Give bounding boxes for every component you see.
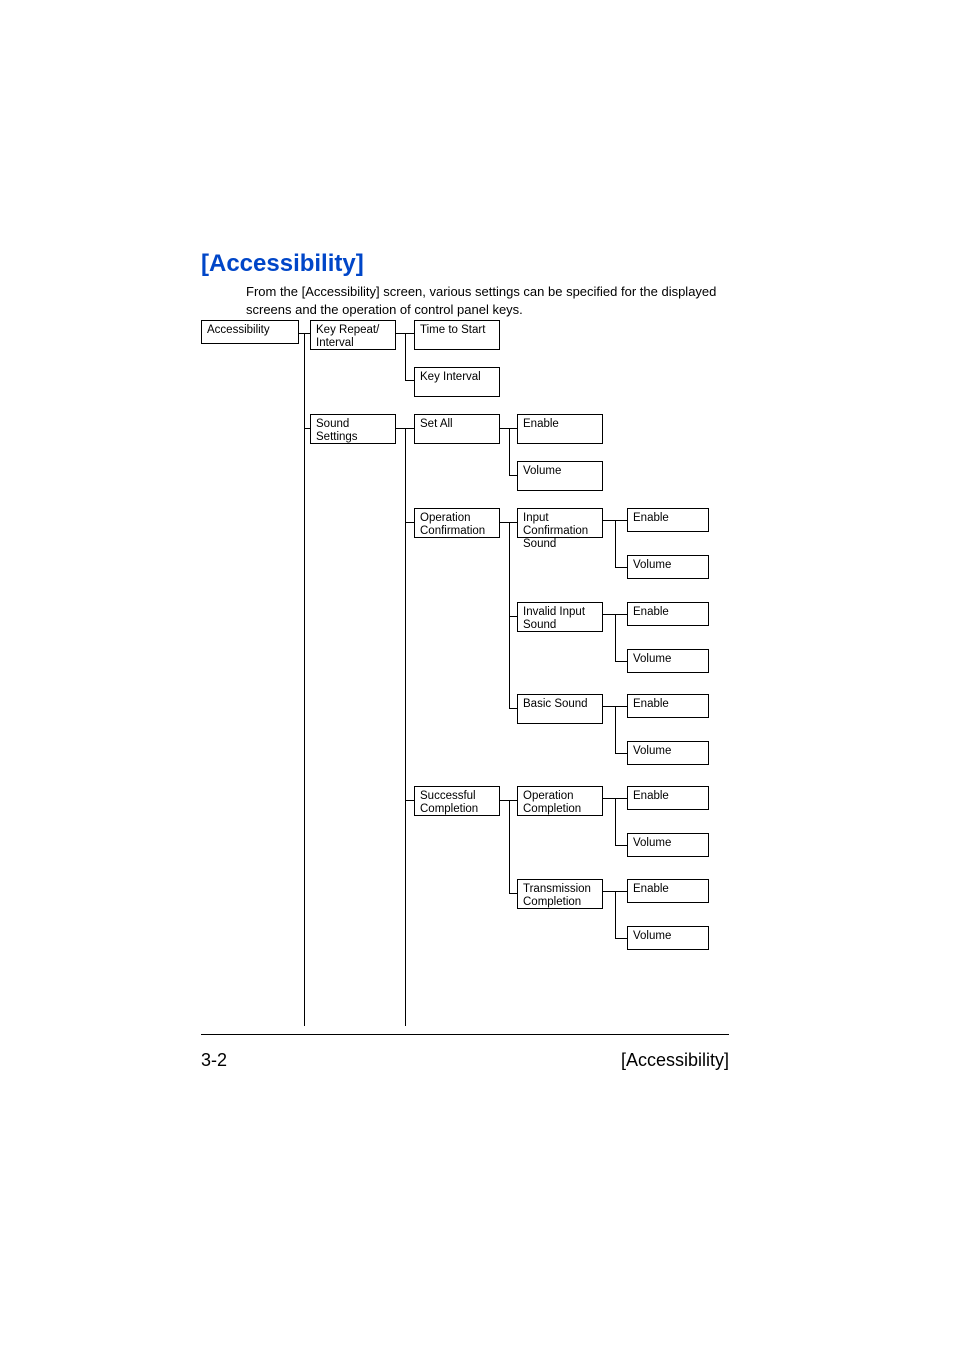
connector — [304, 333, 305, 1026]
node-volume-basic: Volume — [627, 741, 709, 765]
connector — [405, 428, 406, 1026]
node-volume-inputconf: Volume — [627, 555, 709, 579]
node-set-all: Set All — [414, 414, 500, 444]
connector — [304, 428, 310, 429]
footer-section-title: [Accessibility] — [621, 1050, 729, 1071]
connector — [509, 522, 510, 708]
node-time-to-start: Time to Start — [414, 320, 500, 350]
node-enable-txcomp: Enable — [627, 879, 709, 903]
node-accessibility: Accessibility — [201, 320, 299, 344]
connector — [615, 661, 627, 662]
node-enable-basic: Enable — [627, 694, 709, 718]
connector — [405, 800, 414, 801]
node-successful-completion: SuccessfulCompletion — [414, 786, 500, 816]
connector — [615, 845, 627, 846]
connector — [509, 475, 517, 476]
page: [Accessibility] From the [Accessibility]… — [0, 0, 954, 1350]
connector — [615, 614, 616, 661]
node-transmission-completion: TransmissionCompletion — [517, 879, 603, 909]
connector — [405, 380, 414, 381]
connector — [509, 616, 517, 617]
connector — [405, 333, 406, 380]
node-enable-invalid: Enable — [627, 602, 709, 626]
node-enable-setall: Enable — [517, 414, 603, 444]
node-operation-completion: OperationCompletion — [517, 786, 603, 816]
node-invalid-input-sound: Invalid InputSound — [517, 602, 603, 632]
node-volume-setall: Volume — [517, 461, 603, 491]
node-enable-opcomp: Enable — [627, 786, 709, 810]
intro-text: From the [Accessibility] screen, various… — [246, 283, 741, 318]
connector — [509, 428, 510, 475]
node-enable-inputconf: Enable — [627, 508, 709, 532]
footer-rule — [201, 1034, 729, 1035]
node-key-repeat-interval: Key Repeat/Interval — [310, 320, 396, 350]
node-volume-invalid: Volume — [627, 649, 709, 673]
node-volume-opcomp: Volume — [627, 833, 709, 857]
connector — [615, 798, 616, 845]
connector — [615, 567, 627, 568]
connector — [615, 520, 616, 567]
connector — [509, 893, 517, 894]
connector — [509, 708, 517, 709]
connector — [615, 891, 616, 938]
page-heading: [Accessibility] — [201, 250, 364, 278]
node-basic-sound: Basic Sound — [517, 694, 603, 724]
connector — [615, 706, 616, 753]
node-sound-settings: Sound Settings — [310, 414, 396, 444]
connector — [615, 753, 627, 754]
connector — [509, 800, 510, 893]
connector — [405, 522, 414, 523]
node-key-interval: Key Interval — [414, 367, 500, 397]
connector — [615, 938, 627, 939]
node-input-confirmation-sound: Input Confirmation Sound — [517, 508, 603, 538]
node-operation-confirmation: OperationConfirmation — [414, 508, 500, 538]
node-volume-txcomp: Volume — [627, 926, 709, 950]
footer-page-number: 3-2 — [201, 1050, 227, 1071]
